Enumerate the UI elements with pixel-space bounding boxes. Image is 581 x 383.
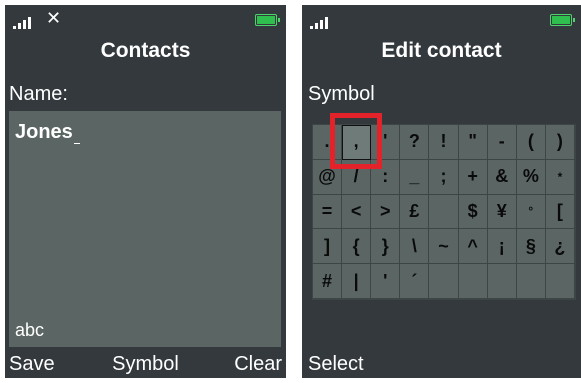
selection-highlight: [330, 113, 382, 169]
symbol-cell[interactable]: *: [545, 159, 575, 195]
symbol-cell[interactable]: ": [458, 125, 488, 160]
symbol-cell[interactable]: {: [342, 229, 372, 265]
symbol-cell[interactable]: }: [371, 229, 401, 265]
contacts-screen: ✕ Contacts Name: Jones abc Save Symbol C…: [5, 5, 286, 378]
clear-softkey[interactable]: Clear: [234, 353, 282, 376]
symbol-cell[interactable]: #: [313, 264, 343, 299]
symbol-cell[interactable]: ~: [429, 229, 459, 265]
symbol-cell[interactable]: [429, 264, 459, 299]
symbol-cell[interactable]: ;: [429, 159, 459, 195]
symbol-cell[interactable]: ?: [400, 125, 430, 160]
symbol-cell[interactable]: £: [400, 194, 430, 230]
symbol-cell[interactable]: [: [545, 194, 575, 230]
symbol-cell[interactable]: ': [371, 264, 401, 299]
page-title: Contacts: [100, 39, 191, 62]
status-bar: [302, 5, 581, 35]
page-title: Edit contact: [381, 39, 502, 62]
symbol-cell[interactable]: ¿: [545, 229, 575, 265]
symbol-cell[interactable]: $: [458, 194, 488, 230]
name-input[interactable]: Jones abc: [9, 111, 281, 347]
symbol-cell[interactable]: +: [458, 159, 488, 195]
signal-icon: [13, 17, 39, 29]
symbol-label: Symbol: [308, 83, 375, 105]
name-label: Name:: [9, 83, 68, 105]
symbol-cell[interactable]: ¡: [487, 229, 517, 265]
symbol-cell[interactable]: [516, 264, 546, 299]
battery-icon: [550, 14, 575, 26]
battery-icon: [255, 14, 280, 26]
select-softkey[interactable]: Select: [308, 353, 364, 376]
symbol-cell[interactable]: ´: [400, 264, 430, 299]
symbol-cell[interactable]: §: [516, 229, 546, 265]
symbol-cell[interactable]: ^: [458, 229, 488, 265]
edit-contact-screen: Edit contact Symbol ., '?! " -() @ /: _; + &% * = <…: [302, 5, 581, 378]
symbol-cell[interactable]: |: [342, 264, 372, 299]
close-icon: ✕: [46, 8, 62, 28]
input-mode-indicator: abc: [15, 320, 45, 340]
symbol-cell[interactable]: ¥: [487, 194, 517, 230]
symbol-cell[interactable]: ]: [313, 229, 343, 265]
status-bar: ✕: [5, 5, 286, 35]
symbol-cell[interactable]: _: [400, 159, 430, 195]
symbol-cell[interactable]: =: [313, 194, 343, 230]
symbol-cell[interactable]: !: [429, 125, 459, 160]
symbol-cell[interactable]: °: [516, 194, 546, 230]
symbol-cell[interactable]: -: [487, 125, 517, 160]
symbol-cell[interactable]: %: [516, 159, 546, 195]
symbol-cell[interactable]: [545, 264, 575, 299]
symbol-cell[interactable]: ): [545, 125, 575, 160]
symbol-cell[interactable]: <: [342, 194, 372, 230]
symbol-cell[interactable]: &: [487, 159, 517, 195]
symbol-cell[interactable]: >: [371, 194, 401, 230]
symbol-cell[interactable]: (: [516, 125, 546, 160]
symbol-cell[interactable]: [487, 264, 517, 299]
name-value: Jones: [15, 121, 80, 144]
text-cursor: [73, 124, 80, 144]
signal-icon: [310, 17, 336, 29]
symbol-cell[interactable]: [458, 264, 488, 299]
symbol-cell[interactable]: \: [400, 229, 430, 265]
symbol-cell[interactable]: [429, 194, 459, 230]
